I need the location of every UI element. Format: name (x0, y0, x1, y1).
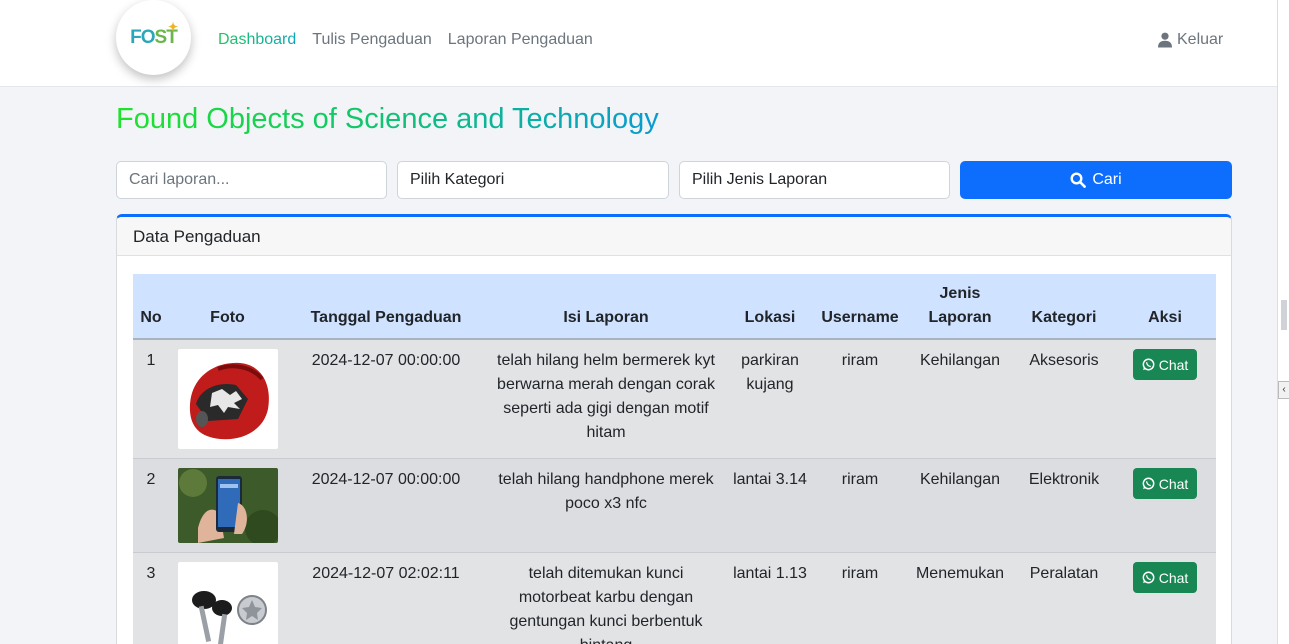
column-header: Lokasi (726, 274, 814, 340)
complaints-table: No Foto Tanggal Pengaduan Isi Laporan Lo… (133, 274, 1216, 644)
cell-username: riram (814, 552, 906, 644)
cell-location: lantai 1.13 (726, 552, 814, 644)
cell-type: Kehilangan (906, 458, 1014, 553)
logo-sparkle-icon: ✦ (167, 20, 178, 34)
top-navbar: FO ST ✦ Dashboard Tulis Pengaduan Laporan… (0, 0, 1277, 87)
cell-date: 2024-12-07 00:00:00 (286, 339, 486, 459)
cell-date: 2024-12-07 02:02:11 (286, 552, 486, 644)
cell-username: riram (814, 458, 906, 553)
cell-category: Elektronik (1014, 458, 1114, 553)
search-button-label: Cari (1092, 171, 1122, 188)
column-header: Foto (169, 274, 286, 340)
whatsapp-icon (1142, 477, 1155, 490)
nav-item-laporan-pengaduan[interactable]: Laporan Pengaduan (448, 31, 593, 49)
column-header: Username (814, 274, 906, 340)
column-header: Isi Laporan (486, 274, 726, 340)
cell-action: Chat (1114, 458, 1216, 553)
complaints-table-wrapper: No Foto Tanggal Pengaduan Isi Laporan Lo… (133, 274, 1216, 644)
side-panel-edge: ‹ (1277, 0, 1289, 644)
column-header: Aksi (1114, 274, 1216, 340)
whatsapp-icon (1142, 571, 1155, 584)
search-button[interactable]: Cari (960, 161, 1232, 199)
nav-item-tulis-pengaduan[interactable]: Tulis Pengaduan (312, 31, 432, 49)
report-type-select[interactable]: Pilih Jenis Laporan (679, 161, 950, 199)
keys-photo[interactable] (177, 562, 278, 644)
cell-no: 1 (133, 339, 169, 459)
user-icon (1158, 32, 1172, 48)
chat-button-label: Chat (1158, 569, 1189, 586)
cell-type: Kehilangan (906, 339, 1014, 459)
logo-text-fo: FO (130, 26, 155, 48)
cell-action: Chat (1114, 552, 1216, 644)
cell-location: lantai 3.14 (726, 458, 814, 553)
cell-action: Chat (1114, 339, 1216, 459)
helmet-photo[interactable] (177, 349, 278, 449)
table-row: 2 2024-12-07 00:00:00 telah hilang handp… (133, 458, 1216, 553)
column-header: Tanggal Pengaduan (286, 274, 486, 340)
chat-button[interactable]: Chat (1132, 468, 1198, 499)
cell-content: telah hilang handphone merek poco x3 nfc (486, 458, 726, 553)
card-header: Data Pengaduan (117, 217, 1231, 256)
cell-photo (169, 458, 286, 553)
column-header: No (133, 274, 169, 340)
column-header: Kategori (1014, 274, 1114, 340)
chat-button[interactable]: Chat (1132, 349, 1198, 380)
page-title: Found Objects of Science and Technology (116, 103, 659, 135)
cell-category: Aksesoris (1014, 339, 1114, 459)
chat-button-label: Chat (1158, 475, 1189, 492)
cell-no: 2 (133, 458, 169, 553)
category-select[interactable]: Pilih Kategori (397, 161, 669, 199)
chat-button-label: Chat (1158, 356, 1189, 373)
cell-category: Peralatan (1014, 552, 1114, 644)
nav-item-label: Dashboard (218, 31, 297, 48)
chat-button[interactable]: Chat (1132, 562, 1198, 593)
nav-item-dashboard[interactable]: Dashboard (218, 31, 296, 49)
table-row: 3 2024-12-07 02:02:11 telah ditemukan ku… (133, 552, 1216, 644)
phone-photo[interactable] (177, 468, 278, 543)
column-header: Jenis Laporan (906, 274, 1014, 340)
complaints-card: Data Pengaduan No Foto Tanggal Pengaduan… (116, 214, 1232, 644)
cell-photo (169, 339, 286, 459)
cell-type: Menemukan (906, 552, 1014, 644)
cell-photo (169, 552, 286, 644)
cell-date: 2024-12-07 00:00:00 (286, 458, 486, 553)
scrollbar-thumb[interactable] (1281, 300, 1287, 330)
table-header-row: No Foto Tanggal Pengaduan Isi Laporan Lo… (133, 274, 1216, 340)
logout-label: Keluar (1177, 31, 1224, 48)
search-icon (1070, 172, 1087, 188)
whatsapp-icon (1142, 358, 1155, 371)
nav-links: Dashboard Tulis Pengaduan Laporan Pengad… (218, 31, 593, 49)
cell-location: parkiran kujang (726, 339, 814, 459)
cell-no: 3 (133, 552, 169, 644)
cell-username: riram (814, 339, 906, 459)
table-row: 1 2024-12-07 00:00:00 telah hilang helm … (133, 339, 1216, 459)
logout-link[interactable]: Keluar (1158, 31, 1223, 49)
app-logo[interactable]: FO ST ✦ (116, 0, 191, 75)
cell-content: telah ditemukan kunci motorbeat karbu de… (486, 552, 726, 644)
chevron-left-icon[interactable]: ‹ (1278, 381, 1289, 399)
cell-content: telah hilang helm bermerek kyt berwarna … (486, 339, 726, 459)
search-input[interactable]: Cari laporan... (116, 161, 387, 199)
